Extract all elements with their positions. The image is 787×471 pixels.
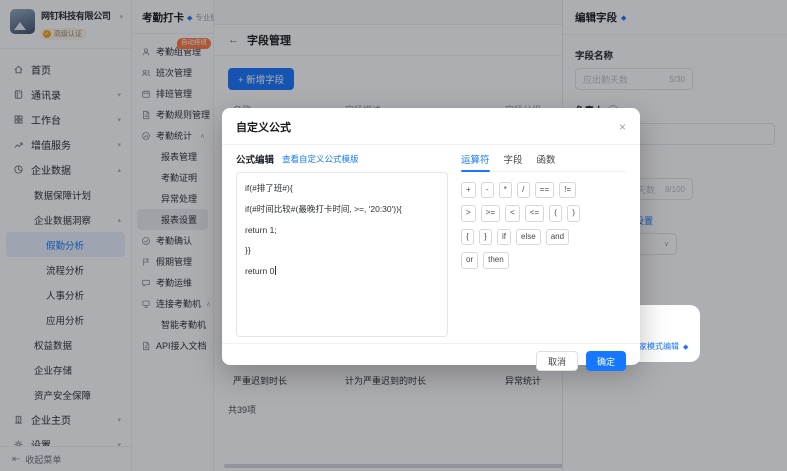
operator-button[interactable]: else — [516, 229, 541, 245]
formula-editor-label: 公式编辑 — [236, 152, 274, 166]
operator-button[interactable]: if — [497, 229, 511, 245]
formula-template-link[interactable]: 查看自定义公式模版 — [282, 153, 359, 165]
pro-diamond-icon: ◆ — [683, 343, 688, 351]
cancel-button[interactable]: 取消 — [536, 351, 578, 371]
code-line: if(#排了班#){ — [245, 178, 439, 199]
code-line: return 0 — [245, 261, 439, 282]
operator-button[interactable]: >= — [481, 205, 500, 221]
operator-button[interactable]: and — [546, 229, 569, 245]
code-line: return 1; — [245, 220, 439, 241]
custom-formula-dialog: 自定义公式 × 公式编辑 查看自定义公式模版 if(#排了班#){ if(#时间… — [222, 108, 640, 365]
operator-button[interactable]: * — [499, 182, 512, 198]
tab-functions[interactable]: 函数 — [537, 152, 556, 166]
formula-code-editor[interactable]: if(#排了班#){ if(#时间比较#(最晚打卡时间, >=, '20:30'… — [236, 172, 448, 337]
tab-fields[interactable]: 字段 — [504, 152, 523, 166]
operator-button[interactable]: - — [481, 182, 494, 198]
code-line: }} — [245, 240, 439, 261]
operator-button[interactable]: / — [517, 182, 530, 198]
operator-button[interactable]: ( — [549, 205, 562, 221]
dialog-footer: 取消 确定 — [222, 343, 640, 380]
operator-button[interactable]: > — [461, 205, 476, 221]
text-cursor — [275, 266, 276, 275]
formula-toolbox-tabs: 运算符 字段 函数 — [461, 152, 626, 172]
close-icon[interactable]: × — [619, 121, 626, 133]
confirm-button[interactable]: 确定 — [586, 351, 626, 371]
operator-button[interactable]: } — [479, 229, 492, 245]
dialog-title: 自定义公式 — [236, 119, 291, 135]
operator-button[interactable]: == — [535, 182, 554, 198]
operator-button[interactable]: then — [483, 252, 509, 268]
operator-button[interactable]: or — [461, 252, 478, 268]
operator-button[interactable]: + — [461, 182, 476, 198]
dialog-header: 自定义公式 × — [222, 108, 640, 145]
operator-button[interactable]: ) — [567, 205, 580, 221]
operator-button[interactable]: <= — [525, 205, 544, 221]
operator-button[interactable]: != — [559, 182, 576, 198]
tab-operators[interactable]: 运算符 — [461, 152, 490, 166]
app-window: 网钉科技有限公司 ✓ 高级认证 ▾ 首页 通讯录▾ 工作台▾ 增值服务▾ 企业数… — [0, 0, 787, 471]
code-line: if(#时间比较#(最晚打卡时间, >=, '20:30')){ — [245, 199, 439, 220]
operator-button[interactable]: { — [461, 229, 474, 245]
operator-button[interactable]: < — [505, 205, 520, 221]
